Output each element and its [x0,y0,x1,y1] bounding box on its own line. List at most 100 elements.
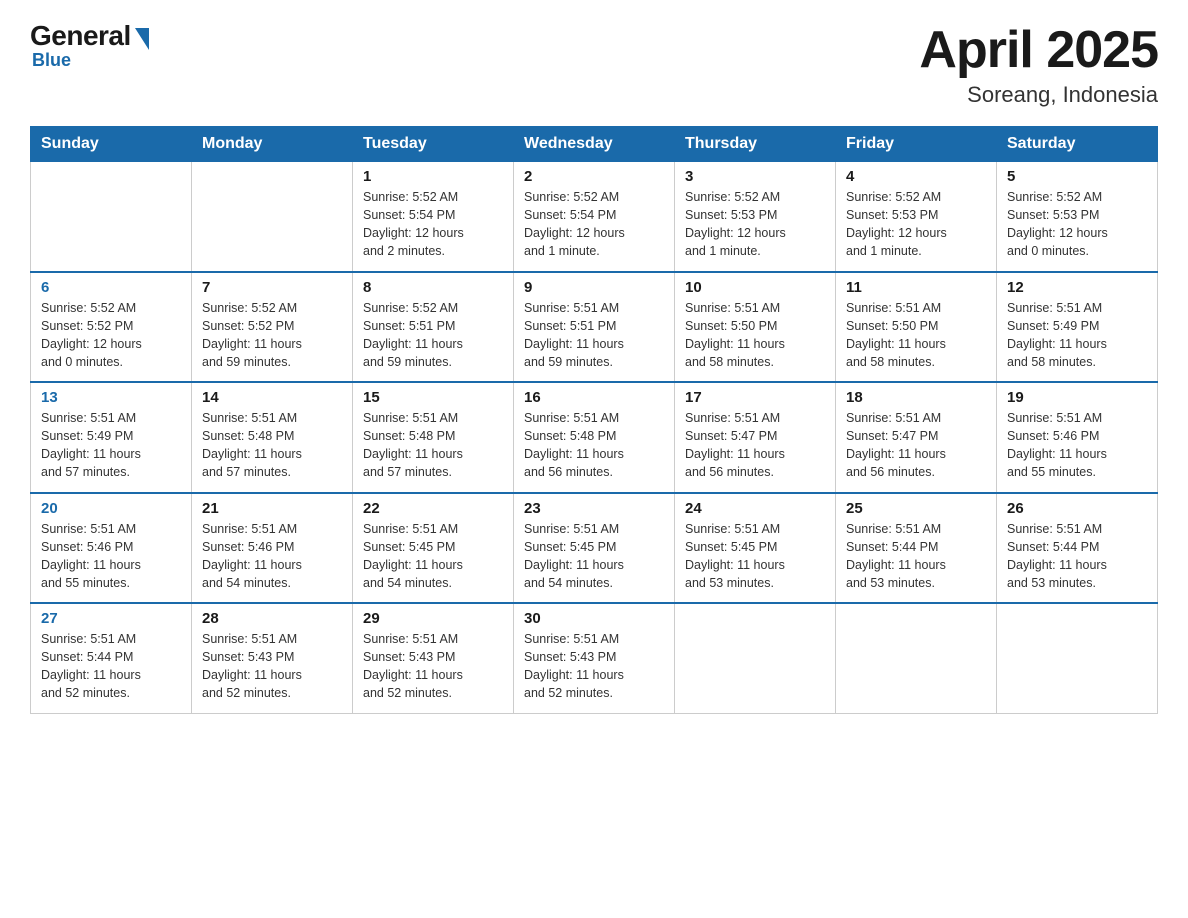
day-info: Sunrise: 5:51 AM Sunset: 5:50 PM Dayligh… [685,299,825,372]
day-number: 16 [524,389,664,406]
calendar-day-cell: 2 Sunrise: 5:52 AM Sunset: 5:54 PM Daylig… [514,162,675,272]
day-info: Sunrise: 5:51 AM Sunset: 5:46 PM Dayligh… [202,520,342,593]
calendar-day-cell: 18 Sunrise: 5:51 AM Sunset: 5:47 PM Dayli… [836,382,997,493]
calendar-week-row: 20 Sunrise: 5:51 AM Sunset: 5:46 PM Dayli… [31,493,1158,604]
day-number: 20 [41,500,181,517]
calendar-week-row: 13 Sunrise: 5:51 AM Sunset: 5:49 PM Dayli… [31,382,1158,493]
day-number: 14 [202,389,342,406]
header-thursday: Thursday [675,127,836,162]
day-info: Sunrise: 5:51 AM Sunset: 5:46 PM Dayligh… [1007,409,1147,482]
day-info: Sunrise: 5:52 AM Sunset: 5:53 PM Dayligh… [1007,188,1147,261]
day-info: Sunrise: 5:51 AM Sunset: 5:43 PM Dayligh… [202,630,342,703]
calendar-day-cell: 11Sunrise: 5:51 AM Sunset: 5:50 PM Dayli… [836,272,997,383]
day-number: 19 [1007,389,1147,406]
calendar-day-cell [997,603,1158,713]
day-number: 21 [202,500,342,517]
header-saturday: Saturday [997,127,1158,162]
page-header: General Blue April 2025 Soreang, Indones… [30,20,1158,108]
day-info: Sunrise: 5:51 AM Sunset: 5:43 PM Dayligh… [524,630,664,703]
title-area: April 2025 Soreang, Indonesia [919,20,1158,108]
calendar-day-cell: 21 Sunrise: 5:51 AM Sunset: 5:46 PM Dayli… [192,493,353,604]
calendar-day-cell: 23 Sunrise: 5:51 AM Sunset: 5:45 PM Dayli… [514,493,675,604]
logo-blue-text: Blue [32,50,71,71]
calendar-day-cell: 1Sunrise: 5:52 AM Sunset: 5:54 PM Daylig… [353,162,514,272]
day-number: 7 [202,279,342,296]
day-info: Sunrise: 5:51 AM Sunset: 5:45 PM Dayligh… [524,520,664,593]
day-info: Sunrise: 5:51 AM Sunset: 5:48 PM Dayligh… [363,409,503,482]
day-number: 27 [41,610,181,627]
day-info: Sunrise: 5:52 AM Sunset: 5:54 PM Dayligh… [363,188,503,261]
day-number: 25 [846,500,986,517]
calendar-day-cell: 25 Sunrise: 5:51 AM Sunset: 5:44 PM Dayli… [836,493,997,604]
day-number: 28 [202,610,342,627]
day-info: Sunrise: 5:51 AM Sunset: 5:44 PM Dayligh… [1007,520,1147,593]
day-info: Sunrise: 5:51 AM Sunset: 5:48 PM Dayligh… [202,409,342,482]
day-number: 3 [685,168,825,185]
calendar-day-cell: 26 Sunrise: 5:51 AM Sunset: 5:44 PM Dayli… [997,493,1158,604]
calendar-day-cell: 30 Sunrise: 5:51 AM Sunset: 5:43 PM Dayli… [514,603,675,713]
day-info: Sunrise: 5:51 AM Sunset: 5:43 PM Dayligh… [363,630,503,703]
day-info: Sunrise: 5:51 AM Sunset: 5:50 PM Dayligh… [846,299,986,372]
day-info: Sunrise: 5:51 AM Sunset: 5:44 PM Dayligh… [41,630,181,703]
day-info: Sunrise: 5:52 AM Sunset: 5:52 PM Dayligh… [41,299,181,372]
day-info: Sunrise: 5:51 AM Sunset: 5:49 PM Dayligh… [41,409,181,482]
calendar-day-cell: 13 Sunrise: 5:51 AM Sunset: 5:49 PM Dayli… [31,382,192,493]
day-info: Sunrise: 5:51 AM Sunset: 5:49 PM Dayligh… [1007,299,1147,372]
day-info: Sunrise: 5:51 AM Sunset: 5:47 PM Dayligh… [846,409,986,482]
calendar-day-cell [192,162,353,272]
day-info: Sunrise: 5:51 AM Sunset: 5:51 PM Dayligh… [524,299,664,372]
calendar-day-cell: 14 Sunrise: 5:51 AM Sunset: 5:48 PM Dayli… [192,382,353,493]
calendar-day-cell: 19 Sunrise: 5:51 AM Sunset: 5:46 PM Dayli… [997,382,1158,493]
day-number: 13 [41,389,181,406]
day-info: Sunrise: 5:51 AM Sunset: 5:47 PM Dayligh… [685,409,825,482]
day-number: 8 [363,279,503,296]
day-info: Sunrise: 5:52 AM Sunset: 5:53 PM Dayligh… [846,188,986,261]
location-title: Soreang, Indonesia [919,82,1158,108]
header-wednesday: Wednesday [514,127,675,162]
calendar-day-cell: 17Sunrise: 5:51 AM Sunset: 5:47 PM Dayli… [675,382,836,493]
day-number: 22 [363,500,503,517]
day-number: 9 [524,279,664,296]
day-number: 26 [1007,500,1147,517]
day-number: 24 [685,500,825,517]
month-title: April 2025 [919,20,1158,80]
calendar-day-cell: 9 Sunrise: 5:51 AM Sunset: 5:51 PM Daylig… [514,272,675,383]
calendar-day-cell: 6 Sunrise: 5:52 AM Sunset: 5:52 PM Daylig… [31,272,192,383]
calendar-day-cell: 5Sunrise: 5:52 AM Sunset: 5:53 PM Daylig… [997,162,1158,272]
day-info: Sunrise: 5:52 AM Sunset: 5:53 PM Dayligh… [685,188,825,261]
day-number: 4 [846,168,986,185]
calendar-day-cell: 24 Sunrise: 5:51 AM Sunset: 5:45 PM Dayli… [675,493,836,604]
day-number: 23 [524,500,664,517]
header-tuesday: Tuesday [353,127,514,162]
header-monday: Monday [192,127,353,162]
calendar-day-cell: 10 Sunrise: 5:51 AM Sunset: 5:50 PM Dayli… [675,272,836,383]
day-info: Sunrise: 5:51 AM Sunset: 5:44 PM Dayligh… [846,520,986,593]
day-number: 30 [524,610,664,627]
calendar-day-cell: 20 Sunrise: 5:51 AM Sunset: 5:46 PM Dayli… [31,493,192,604]
calendar-week-row: 1Sunrise: 5:52 AM Sunset: 5:54 PM Daylig… [31,162,1158,272]
logo: General Blue [30,20,149,71]
calendar-day-cell: 16 Sunrise: 5:51 AM Sunset: 5:48 PM Dayli… [514,382,675,493]
calendar-day-cell: 22 Sunrise: 5:51 AM Sunset: 5:45 PM Dayli… [353,493,514,604]
calendar-day-cell: 7 Sunrise: 5:52 AM Sunset: 5:52 PM Daylig… [192,272,353,383]
calendar-day-cell [31,162,192,272]
calendar-day-cell: 8Sunrise: 5:52 AM Sunset: 5:51 PM Daylig… [353,272,514,383]
calendar-day-cell: 12 Sunrise: 5:51 AM Sunset: 5:49 PM Dayli… [997,272,1158,383]
day-info: Sunrise: 5:52 AM Sunset: 5:54 PM Dayligh… [524,188,664,261]
day-info: Sunrise: 5:51 AM Sunset: 5:45 PM Dayligh… [363,520,503,593]
day-info: Sunrise: 5:51 AM Sunset: 5:48 PM Dayligh… [524,409,664,482]
day-info: Sunrise: 5:51 AM Sunset: 5:46 PM Dayligh… [41,520,181,593]
header-sunday: Sunday [31,127,192,162]
day-number: 2 [524,168,664,185]
calendar-day-cell: 15 Sunrise: 5:51 AM Sunset: 5:48 PM Dayli… [353,382,514,493]
day-number: 18 [846,389,986,406]
day-info: Sunrise: 5:52 AM Sunset: 5:52 PM Dayligh… [202,299,342,372]
header-friday: Friday [836,127,997,162]
calendar-day-cell: 28 Sunrise: 5:51 AM Sunset: 5:43 PM Dayli… [192,603,353,713]
day-info: Sunrise: 5:51 AM Sunset: 5:45 PM Dayligh… [685,520,825,593]
day-number: 10 [685,279,825,296]
day-number: 12 [1007,279,1147,296]
day-number: 15 [363,389,503,406]
logo-general-text: General [30,20,131,52]
day-number: 6 [41,279,181,296]
